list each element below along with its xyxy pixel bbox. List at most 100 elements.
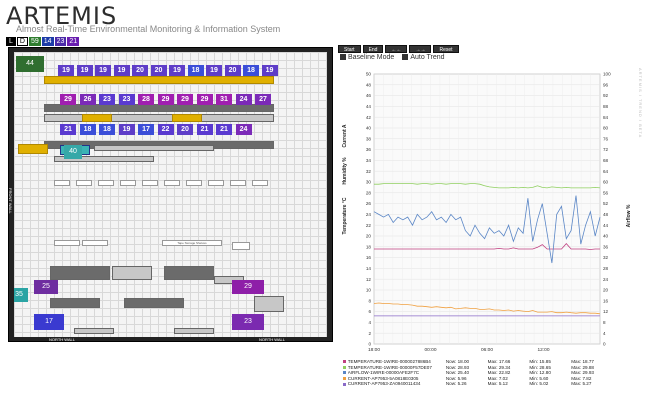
device-box-3[interactable] (98, 180, 114, 186)
rack-lower-7[interactable] (254, 296, 284, 312)
rack-lower-3[interactable] (164, 266, 214, 280)
device-box-9[interactable] (230, 180, 246, 186)
rack-row-b[interactable] (44, 104, 274, 112)
temp-tile[interactable]: 26 (79, 94, 96, 105)
zone-badge-25[interactable]: 25 (34, 280, 58, 294)
temp-tile[interactable]: 18 (79, 124, 96, 135)
y-right-tick-label: 72 (603, 147, 609, 152)
device-box-7[interactable] (186, 180, 202, 186)
device-box-13[interactable] (232, 242, 250, 250)
rack-row-d[interactable] (82, 114, 112, 122)
device-box-8[interactable] (208, 180, 224, 186)
status-count-green[interactable]: 59 (28, 37, 41, 46)
device-box-12[interactable] (82, 240, 108, 246)
legend-row[interactable]: CURRENT-AP7953-ZA0940011434 Now: 5.26 Max:… (343, 381, 613, 387)
zone-badge-44[interactable]: 44 (16, 56, 44, 72)
temp-tile[interactable]: 18 (99, 124, 115, 135)
status-count-purple[interactable]: 21 (67, 37, 80, 46)
reset-button[interactable]: Reset (433, 45, 459, 53)
zone-badge-23[interactable]: 23 (232, 314, 264, 330)
rack-row-c[interactable] (44, 114, 274, 122)
temp-tile[interactable]: 19 (169, 65, 185, 76)
trend-chart[interactable]: 0246810121416182022242628303234363840424… (338, 66, 638, 356)
temp-tile[interactable]: 19 (76, 65, 93, 76)
autotrend-checkbox[interactable] (402, 54, 409, 60)
temp-tile[interactable]: 31 (216, 94, 232, 105)
y-right-tick-label: 4 (603, 331, 606, 336)
pan-right-button[interactable]: →→ (409, 45, 432, 53)
start-button[interactable]: Start (338, 45, 361, 53)
y-left-tick-label: 50 (366, 72, 372, 77)
rack-lower-8[interactable] (74, 328, 114, 334)
temp-tile[interactable]: 21 (216, 124, 232, 135)
baseline-checkbox[interactable] (340, 54, 346, 60)
zone-badge-35[interactable]: 35 (14, 288, 28, 302)
end-button[interactable]: End (362, 45, 384, 53)
temp-tile[interactable]: 28 (138, 94, 154, 105)
temp-tile[interactable]: 17 (138, 124, 154, 135)
y-left-tick-label: 14 (366, 266, 372, 271)
rack-row-i[interactable] (94, 145, 214, 151)
rack-lower-1[interactable] (50, 266, 110, 280)
temp-tile[interactable]: 29 (60, 94, 76, 105)
rack-lower-6[interactable] (124, 298, 184, 308)
mode-button-l[interactable]: L (6, 37, 16, 46)
side-tab[interactable]: ARTEMIS / TREND / BETA (638, 68, 643, 138)
temp-tile[interactable]: 20 (150, 65, 167, 76)
x-tick-label: 12:00 (537, 347, 549, 353)
auto-trend-toggle[interactable]: Auto Trend (402, 54, 445, 61)
temp-tile[interactable]: 29 (157, 94, 174, 105)
zone-badge-29[interactable]: 29 (232, 280, 264, 294)
rack-lower-2[interactable] (112, 266, 152, 280)
rack-row-e[interactable] (172, 114, 202, 122)
mode-button-d[interactable]: D (16, 37, 28, 46)
temp-tile[interactable]: 18 (187, 65, 204, 76)
device-box-10[interactable] (252, 180, 268, 186)
tape-storage-shelves[interactable]: Tape Storage Shelves (162, 240, 222, 246)
status-count-indigo[interactable]: 23 (54, 37, 67, 46)
legend-swatch (343, 371, 346, 375)
zone-badge-17[interactable]: 17 (34, 314, 64, 330)
pan-left-button[interactable]: ←← (385, 45, 408, 53)
y-left-axis-title-humidity: Humidity % (342, 157, 348, 185)
temp-tile[interactable]: 20 (224, 65, 241, 76)
temp-tile[interactable]: 21 (196, 124, 213, 135)
temp-tile[interactable]: 29 (196, 94, 213, 105)
status-count-blue[interactable]: 14 (41, 37, 54, 46)
temp-tile[interactable]: 19 (206, 65, 222, 76)
temp-tile[interactable]: 19 (58, 65, 74, 76)
temp-tile[interactable]: 19 (118, 124, 135, 135)
legend-max: Max: 5.12 (487, 381, 508, 387)
temp-tile[interactable]: 24 (235, 94, 252, 105)
temp-tile[interactable]: 23 (99, 94, 115, 105)
rack-row-g[interactable] (18, 144, 48, 154)
temp-tile[interactable]: 19 (261, 65, 278, 76)
device-box-1[interactable] (54, 180, 70, 186)
y-left-axis-title-temp: Temperature °C (342, 197, 348, 234)
baseline-mode-toggle[interactable]: Baseline Mode (340, 54, 394, 61)
temp-tile[interactable]: 19 (95, 65, 111, 76)
temp-tile[interactable]: 21 (60, 124, 76, 135)
temp-tile[interactable]: 29 (177, 94, 193, 105)
device-box-6[interactable] (164, 180, 180, 186)
device-box-5[interactable] (142, 180, 158, 186)
rack-lower-5[interactable] (50, 298, 100, 308)
temp-tile[interactable]: 24 (235, 124, 252, 135)
rack-lower-9[interactable] (174, 328, 214, 334)
zone-badge-40[interactable]: 40 (64, 145, 82, 159)
temp-tile[interactable]: 19 (113, 65, 130, 76)
device-box-2[interactable] (76, 180, 92, 186)
temp-tile[interactable]: 23 (118, 94, 135, 105)
temp-tile[interactable]: 18 (243, 65, 259, 76)
legend-swatch (343, 360, 346, 364)
device-box-11[interactable] (54, 240, 80, 246)
temp-tile[interactable]: 20 (132, 65, 148, 76)
y-left-tick-label: 34 (366, 158, 372, 163)
temp-tile[interactable]: 22 (157, 124, 174, 135)
temp-tile[interactable]: 20 (177, 124, 193, 135)
device-box-4[interactable] (120, 180, 136, 186)
temp-tile[interactable]: 27 (255, 94, 271, 105)
rack-row-a[interactable] (44, 76, 274, 84)
y-right-tick-label: 48 (603, 212, 609, 217)
y-left-tick-label: 28 (366, 190, 372, 195)
